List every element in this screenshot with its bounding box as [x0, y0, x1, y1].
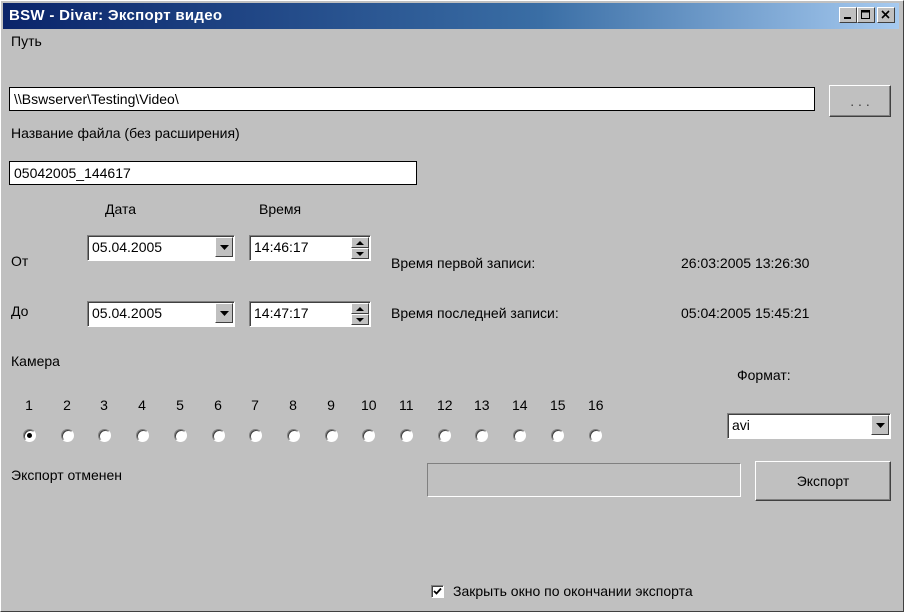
camera-radio-11[interactable]: [400, 429, 413, 442]
camera-radio-1[interactable]: [23, 429, 36, 442]
camera-radio-3[interactable]: [98, 429, 111, 442]
camera-radio-7[interactable]: [249, 429, 262, 442]
camera-radio-14[interactable]: [513, 429, 526, 442]
camera-number-10: 10: [361, 397, 377, 413]
window-title: BSW - Divar: Экспорт видео: [9, 7, 223, 24]
first-record-value: 26:03:2005 13:26:30: [681, 255, 810, 271]
format-label: Формат:: [737, 367, 791, 383]
camera-number-9: 9: [327, 397, 335, 413]
first-record-label: Время первой записи:: [391, 255, 536, 271]
to-time-spinner[interactable]: [351, 303, 369, 325]
camera-number-3: 3: [100, 397, 108, 413]
to-time-value: 14:47:17: [254, 305, 309, 321]
to-time-up-button[interactable]: [351, 303, 369, 314]
format-select[interactable]: avi: [727, 413, 891, 439]
from-date-dropdown-button[interactable]: [215, 237, 233, 257]
chevron-down-icon: [220, 245, 229, 250]
arrow-down-icon: [356, 318, 364, 322]
from-time-value: 14:46:17: [254, 239, 309, 255]
format-dropdown-button[interactable]: [871, 415, 889, 435]
from-date-value: 05.04.2005: [92, 239, 163, 255]
to-time-picker[interactable]: 14:47:17: [249, 301, 371, 327]
format-value: avi: [732, 417, 750, 433]
camera-number-12: 12: [437, 397, 453, 413]
chevron-down-icon: [876, 423, 885, 428]
chevron-down-icon: [220, 311, 229, 316]
camera-radio-2[interactable]: [61, 429, 74, 442]
path-input[interactable]: \\Bswserver\Testing\Video\: [9, 87, 815, 111]
camera-radio-4[interactable]: [136, 429, 149, 442]
close-window-checkbox[interactable]: [431, 585, 444, 598]
from-time-picker[interactable]: 14:46:17: [249, 235, 371, 261]
path-label: Путь: [11, 33, 42, 49]
minimize-icon: [844, 17, 851, 19]
title-bar[interactable]: BSW - Divar: Экспорт видео: [3, 3, 899, 29]
arrow-up-icon: [356, 307, 364, 311]
camera-label: Камера: [11, 353, 60, 369]
camera-radio-8[interactable]: [287, 429, 300, 442]
radio-selected-dot: [27, 433, 32, 438]
camera-radio-6[interactable]: [212, 429, 225, 442]
to-label: До: [11, 303, 29, 319]
camera-number-7: 7: [251, 397, 259, 413]
camera-number-1: 1: [25, 397, 33, 413]
arrow-up-icon: [356, 241, 364, 245]
camera-number-11: 11: [399, 397, 414, 413]
to-time-down-button[interactable]: [351, 314, 369, 325]
browse-button[interactable]: . . .: [829, 85, 891, 117]
close-button[interactable]: [877, 7, 895, 23]
close-window-label[interactable]: Закрыть окно по окончании экспорта: [453, 583, 693, 599]
date-column-label: Дата: [105, 201, 137, 217]
camera-number-13: 13: [474, 397, 490, 413]
from-time-up-button[interactable]: [351, 237, 369, 248]
from-label: От: [11, 253, 29, 269]
camera-radio-9[interactable]: [325, 429, 338, 442]
from-time-down-button[interactable]: [351, 248, 369, 259]
camera-radio-5[interactable]: [174, 429, 187, 442]
camera-number-14: 14: [512, 397, 528, 413]
status-text: Экспорт отменен: [11, 467, 123, 483]
camera-radio-13[interactable]: [475, 429, 488, 442]
camera-number-5: 5: [176, 397, 184, 413]
last-record-value: 05:04:2005 15:45:21: [681, 305, 810, 321]
filename-input[interactable]: 05042005_144617: [9, 161, 417, 185]
filename-label: Название файла (без расширения): [11, 125, 240, 141]
camera-number-8: 8: [289, 397, 297, 413]
from-time-spinner[interactable]: [351, 237, 369, 259]
to-date-dropdown-button[interactable]: [215, 303, 233, 323]
to-date-picker[interactable]: 05.04.2005: [87, 301, 235, 327]
camera-radio-10[interactable]: [362, 429, 375, 442]
last-record-label: Время последней записи:: [391, 305, 559, 321]
camera-number-2: 2: [63, 397, 71, 413]
minimize-button[interactable]: [839, 7, 857, 23]
camera-number-15: 15: [550, 397, 566, 413]
export-button[interactable]: Экспорт: [755, 461, 891, 501]
export-progress-bar: [427, 463, 741, 497]
maximize-icon: [861, 10, 870, 19]
checkmark-icon: [433, 587, 442, 595]
export-video-window: BSW - Divar: Экспорт видео Путь \\Bswser…: [0, 0, 904, 612]
to-date-value: 05.04.2005: [92, 305, 163, 321]
arrow-down-icon: [356, 252, 364, 256]
time-column-label: Время: [259, 201, 302, 217]
from-date-picker[interactable]: 05.04.2005: [87, 235, 235, 261]
camera-number-4: 4: [138, 397, 146, 413]
close-icon: [881, 10, 890, 19]
camera-radio-15[interactable]: [551, 429, 564, 442]
maximize-button[interactable]: [857, 7, 875, 23]
camera-number-6: 6: [214, 397, 222, 413]
camera-radio-12[interactable]: [438, 429, 451, 442]
camera-radio-16[interactable]: [589, 429, 602, 442]
camera-number-16: 16: [588, 397, 604, 413]
